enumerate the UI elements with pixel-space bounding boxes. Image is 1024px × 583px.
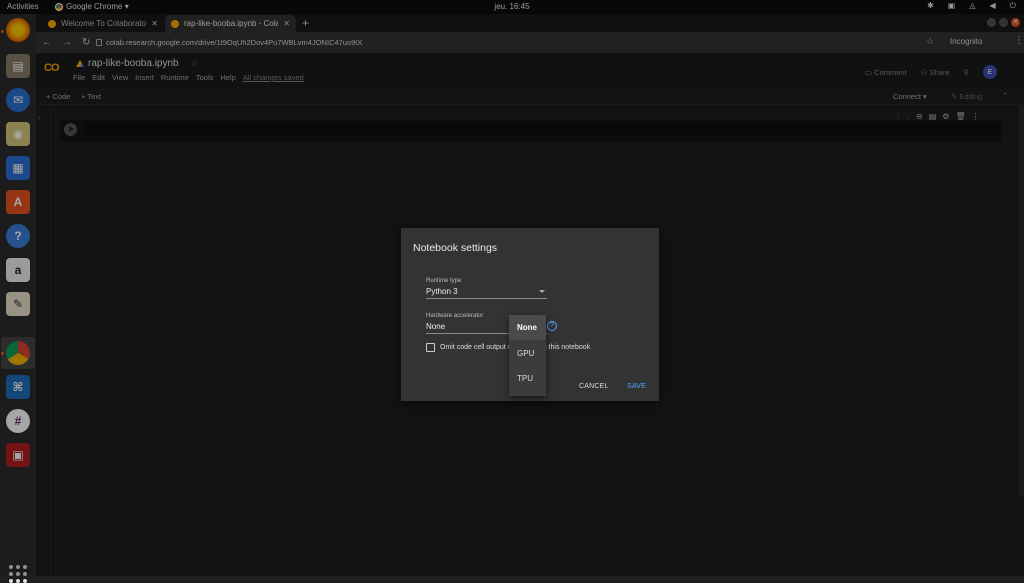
option-none[interactable]: None [509, 315, 546, 340]
hardware-accelerator-dropdown: None GPU TPU [509, 315, 546, 396]
chevron-down-icon [539, 290, 545, 293]
option-gpu[interactable]: GPU [509, 341, 546, 366]
hardware-accelerator-label: Hardware accelerator [426, 313, 484, 319]
help-circle-icon[interactable]: ? [547, 321, 557, 331]
runtime-type-label: Runtime type [426, 278, 462, 284]
hardware-accelerator-value: None [426, 322, 446, 331]
omit-output-checkbox[interactable] [426, 343, 435, 352]
option-tpu[interactable]: TPU [509, 366, 546, 391]
dialog-title: Notebook settings [413, 242, 498, 254]
runtime-type-select[interactable]: Python 3 [426, 287, 547, 299]
runtime-type-value: Python 3 [426, 287, 458, 296]
save-button[interactable]: SAVE [627, 383, 646, 390]
cancel-button[interactable]: CANCEL [579, 383, 609, 390]
